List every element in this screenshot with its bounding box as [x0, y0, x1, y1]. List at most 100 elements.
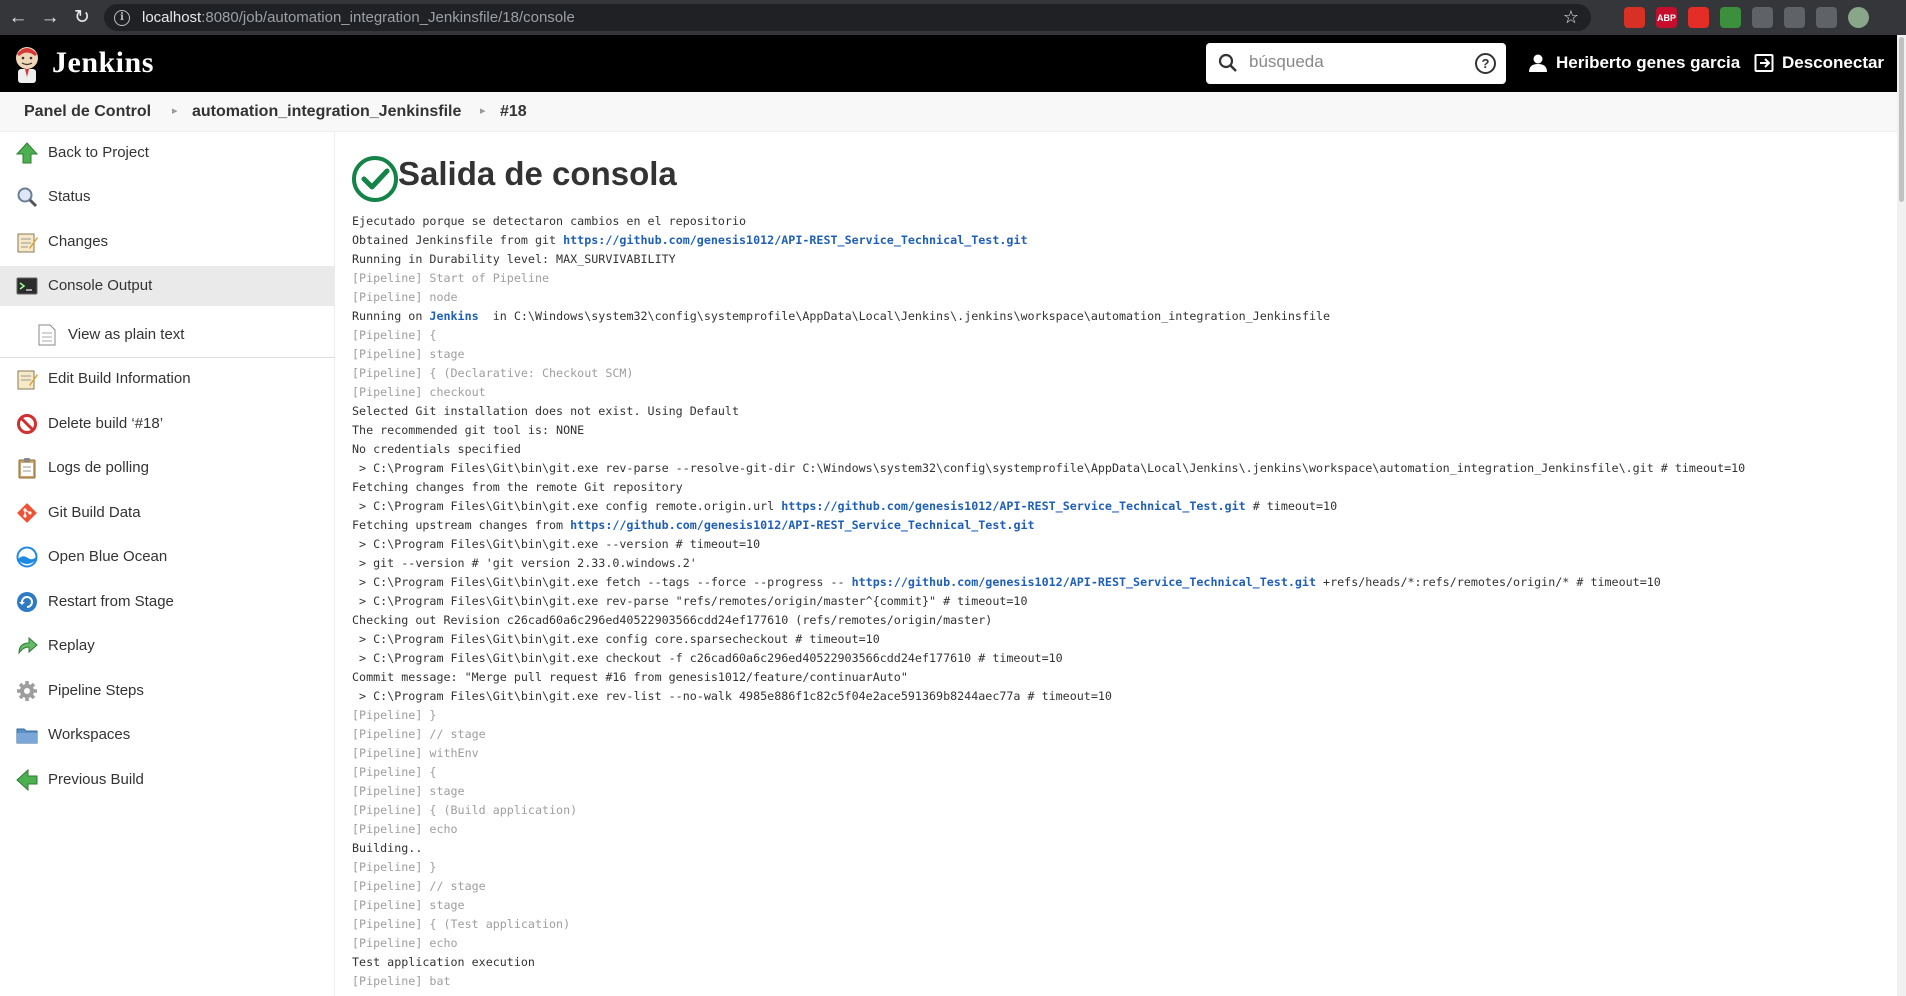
- git-icon: [17, 503, 37, 523]
- search-input[interactable]: [1249, 52, 1449, 72]
- sidebar-item-label: Previous Build: [48, 771, 144, 788]
- console-line-text: No credentials specified: [352, 442, 521, 456]
- console-line-text: [Pipeline] withEnv: [352, 746, 479, 760]
- console-output: Ejecutado porque se detectaron cambios e…: [352, 212, 1897, 991]
- console-line-text: > git --version # 'git version 2.33.0.wi…: [352, 556, 697, 570]
- logout-link[interactable]: Desconectar: [1754, 53, 1884, 73]
- breadcrumb: Panel de Control ▸ automation_integratio…: [0, 92, 1897, 132]
- up-arrow-icon: [16, 142, 38, 164]
- console-line: Building..: [352, 839, 1897, 858]
- console-line: [Pipeline] checkout: [352, 383, 1897, 402]
- console-line-text: [Pipeline] checkout: [352, 385, 486, 399]
- console-line-text: [Pipeline] node: [352, 290, 458, 304]
- console-line-text: [Pipeline] bat: [352, 974, 451, 988]
- console-line-text: Commit message: "Merge pull request #16 …: [352, 670, 908, 684]
- console-line-text: > C:\Program Files\Git\bin\git.exe --ver…: [352, 537, 761, 551]
- console-line-text: Test application execution: [352, 955, 535, 969]
- console-line: [Pipeline] withEnv: [352, 744, 1897, 763]
- sidebar-item-changes[interactable]: Changes: [0, 222, 335, 262]
- breadcrumb-dashboard[interactable]: Panel de Control: [24, 103, 151, 121]
- breadcrumb-chevron-icon[interactable]: ▸: [480, 104, 486, 117]
- ext-doc-icon[interactable]: [1752, 7, 1773, 28]
- console-line: > C:\Program Files\Git\bin\git.exe rev-p…: [352, 459, 1897, 478]
- console-line: Test application execution: [352, 953, 1897, 972]
- bookmark-star-icon[interactable]: ☆: [1563, 7, 1579, 28]
- console-link[interactable]: https://github.com/genesis1012/API-REST_…: [563, 233, 1027, 247]
- breadcrumb-job[interactable]: automation_integration_Jenkinsfile: [192, 103, 461, 121]
- console-line-text: [Pipeline] stage: [352, 898, 465, 912]
- jenkins-logo-icon[interactable]: [13, 44, 41, 84]
- sidebar-item-label: Changes: [48, 233, 109, 250]
- console-link[interactable]: Jenkins: [429, 309, 478, 323]
- sidebar-item-workspaces[interactable]: Workspaces: [0, 715, 335, 755]
- console-link[interactable]: https://github.com/genesis1012/API-REST_…: [570, 518, 1034, 532]
- console-line: Fetching changes from the remote Git rep…: [352, 478, 1897, 497]
- console-line: > C:\Program Files\Git\bin\git.exe check…: [352, 649, 1897, 668]
- sidebar-item-pipeline-steps[interactable]: Pipeline Steps: [0, 671, 335, 711]
- breadcrumb-build[interactable]: #18: [500, 103, 527, 121]
- jenkins-brand[interactable]: Jenkins: [52, 46, 154, 80]
- console-line: [Pipeline] // stage: [352, 877, 1897, 896]
- console-line-text: > C:\Program Files\Git\bin\git.exe rev-p…: [352, 461, 1746, 475]
- console-line-text: Running in Durability level: MAX_SURVIVA…: [352, 252, 676, 266]
- console-line-text: [Pipeline] {: [352, 328, 437, 342]
- console-line-text: Selected Git installation does not exist…: [352, 404, 740, 418]
- sidebar-item-back-to-project[interactable]: Back to Project: [0, 133, 335, 173]
- console-line-text: [Pipeline] // stage: [352, 879, 486, 893]
- console-link[interactable]: https://github.com/genesis1012/API-REST_…: [852, 575, 1316, 589]
- sidebar-item-label: Logs de polling: [48, 459, 149, 476]
- console-line: > C:\Program Files\Git\bin\git.exe confi…: [352, 497, 1897, 516]
- sidebar-item-edit-build-info[interactable]: Edit Build Information: [0, 359, 335, 399]
- console-line: [Pipeline] Start of Pipeline: [352, 269, 1897, 288]
- replay-icon: [18, 636, 38, 655]
- address-bar[interactable]: i localhost:8080/job/automation_integrat…: [104, 4, 1591, 31]
- site-info-icon[interactable]: i: [114, 9, 130, 26]
- sidebar-item-blue-ocean[interactable]: Open Blue Ocean: [0, 537, 335, 577]
- console-line-text: [Pipeline] stage: [352, 784, 465, 798]
- console-line-text: [Pipeline] Start of Pipeline: [352, 271, 550, 285]
- restart-icon: [17, 592, 37, 612]
- help-icon[interactable]: ?: [1475, 53, 1496, 74]
- notepad-icon: [17, 370, 38, 390]
- sidebar-item-label: Console Output: [48, 277, 153, 294]
- console-line-text: +refs/heads/*:refs/remotes/origin/* # ti…: [1316, 575, 1661, 589]
- sidebar-item-label: Git Build Data: [48, 504, 141, 521]
- sidebar-item-view-plain-text[interactable]: View as plain text: [0, 312, 335, 358]
- console-line-text: Checking out Revision c26cad60a6c296ed40…: [352, 613, 993, 627]
- forward-arrow-icon[interactable]: →: [38, 6, 62, 30]
- console-line: [Pipeline] { (Declarative: Checkout SCM): [352, 364, 1897, 383]
- console-line-text: Fetching changes from the remote Git rep…: [352, 480, 683, 494]
- sidebar-item-git-build-data[interactable]: Git Build Data: [0, 493, 335, 533]
- sidebar-item-delete-build[interactable]: Delete build ‘#18’: [0, 404, 335, 444]
- ext-puzzle-icon[interactable]: [1784, 7, 1805, 28]
- console-line: [Pipeline] stage: [352, 782, 1897, 801]
- ext-video-icon[interactable]: [1688, 7, 1709, 28]
- sidebar-item-previous-build[interactable]: Previous Build: [0, 760, 335, 800]
- console-line-text: [Pipeline] // stage: [352, 727, 486, 741]
- sidebar-item-console-output[interactable]: Console Output: [0, 266, 335, 306]
- console-line: [Pipeline] }: [352, 706, 1897, 725]
- sidebar-item-polling-logs[interactable]: Logs de polling: [0, 448, 335, 488]
- reload-icon[interactable]: ↻: [70, 6, 94, 30]
- console-line: [Pipeline] }: [352, 858, 1897, 877]
- scrollbar-thumb[interactable]: [1899, 37, 1904, 202]
- ext-red-icon[interactable]: [1624, 7, 1645, 28]
- sidebar-item-replay[interactable]: Replay: [0, 626, 335, 666]
- ext-abp-icon[interactable]: ABP: [1656, 7, 1677, 28]
- console-link[interactable]: https://github.com/genesis1012/API-REST_…: [781, 499, 1245, 513]
- magnifier-icon: [17, 187, 38, 208]
- console-line: > C:\Program Files\Git\bin\git.exe rev-p…: [352, 592, 1897, 611]
- sidebar-item-status[interactable]: Status: [0, 177, 335, 217]
- console-line: [Pipeline] {: [352, 763, 1897, 782]
- logout-icon: [1754, 54, 1774, 72]
- console-line-text: in C:\Windows\system32\config\systemprof…: [478, 309, 1331, 323]
- ext-profile-icon[interactable]: [1848, 7, 1869, 28]
- sidebar-item-restart-from-stage[interactable]: Restart from Stage: [0, 582, 335, 622]
- ext-list-icon[interactable]: [1816, 7, 1837, 28]
- console-line: The recommended git tool is: NONE: [352, 421, 1897, 440]
- back-arrow-icon[interactable]: ←: [6, 6, 30, 30]
- user-link[interactable]: Heriberto genes garcia: [1528, 53, 1740, 73]
- url-text[interactable]: localhost:8080/job/automation_integratio…: [142, 9, 575, 26]
- ext-green-icon[interactable]: [1720, 7, 1741, 28]
- breadcrumb-chevron-icon[interactable]: ▸: [172, 104, 178, 117]
